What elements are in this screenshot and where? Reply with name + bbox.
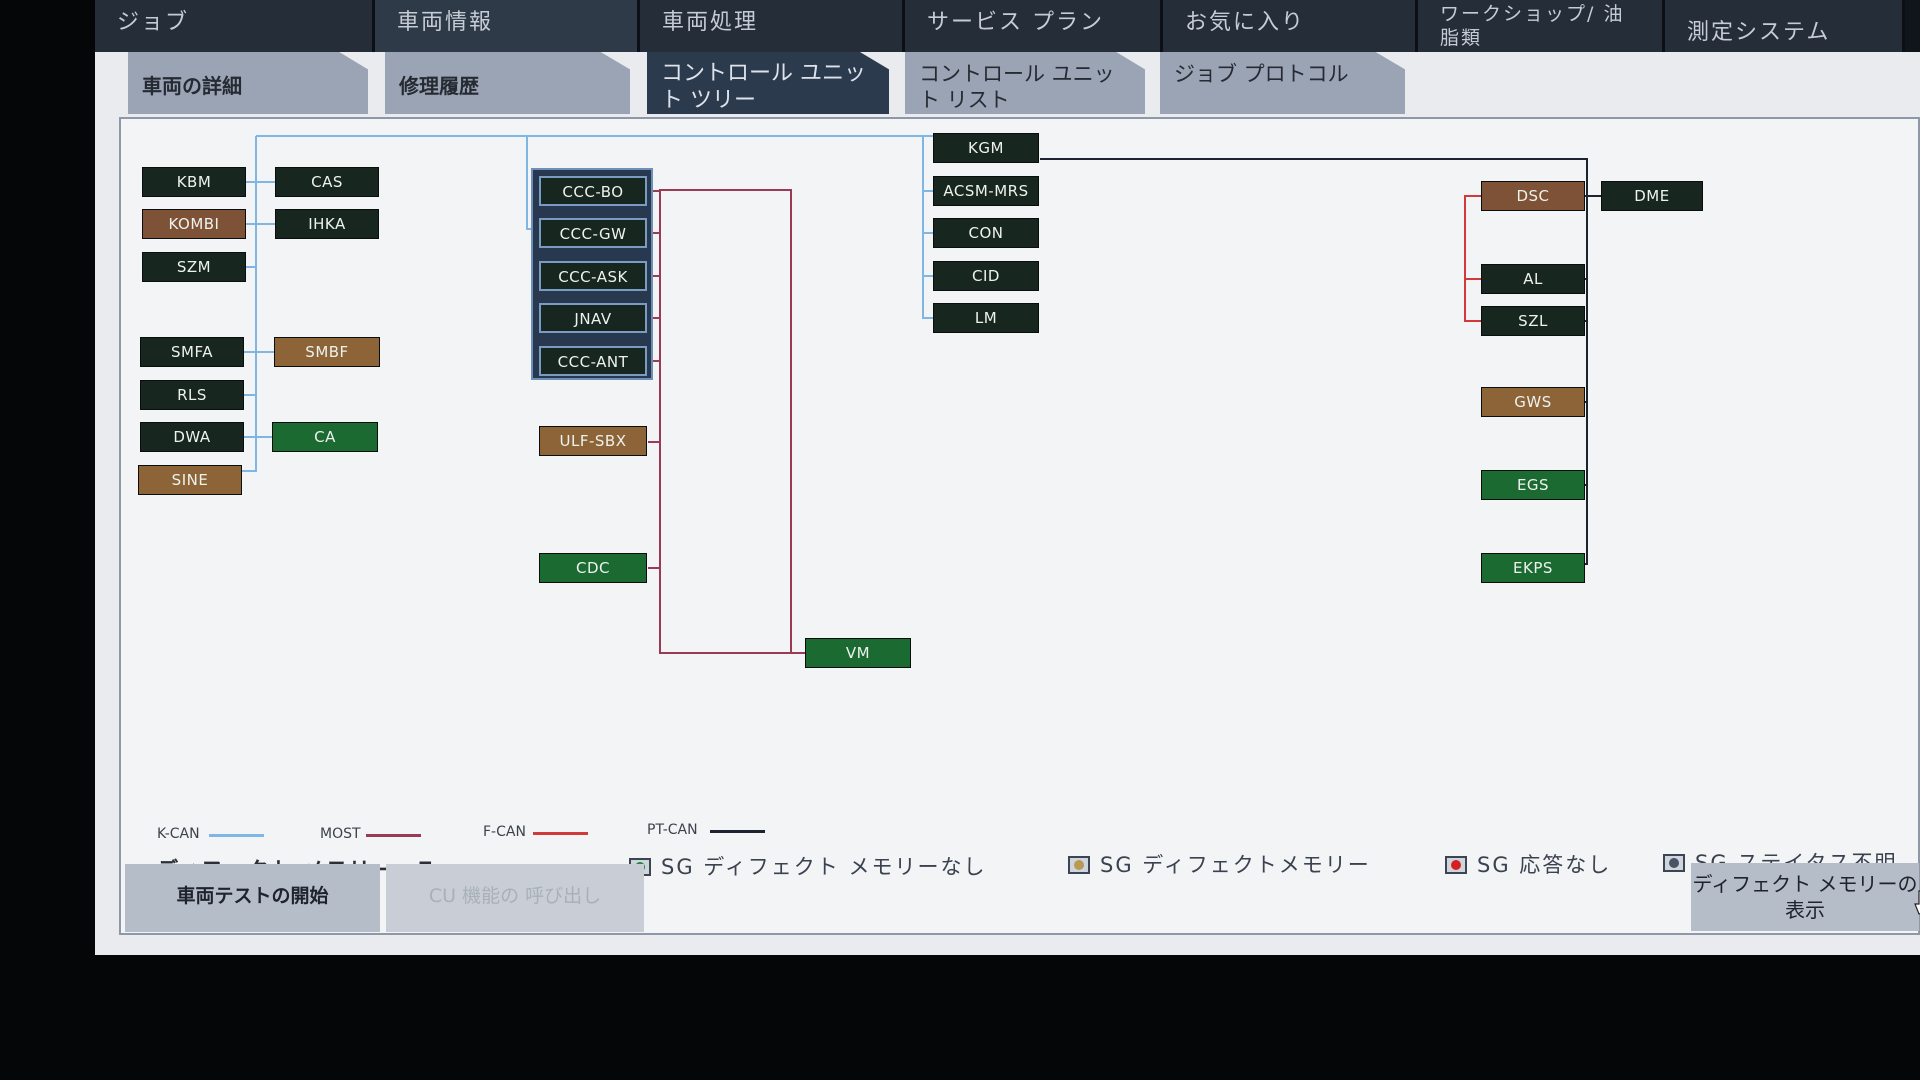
pt-can-lines xyxy=(1040,158,1601,565)
control-unit-tree-diagram: KBM KOMBI SZM SMFA RLS DWA SINE CAS IHKA… xyxy=(119,117,1920,935)
status-no-defect: SG ディフェクト メモリーなし xyxy=(629,851,986,881)
unit-rls[interactable]: RLS xyxy=(140,380,244,410)
status-no-response-label: SG 応答なし xyxy=(1477,853,1612,877)
unit-ihka[interactable]: IHKA xyxy=(275,209,379,239)
unit-vm[interactable]: VM xyxy=(805,638,911,668)
unit-szl[interactable]: SZL xyxy=(1481,306,1585,336)
f-can-lines xyxy=(1464,195,1481,322)
unit-gws[interactable]: GWS xyxy=(1481,387,1585,417)
ccc-group: CCC-BO CCC-GW CCC-ASK JNAV CCC-ANT xyxy=(531,168,653,380)
unit-al[interactable]: AL xyxy=(1481,264,1585,294)
unit-dsc[interactable]: DSC xyxy=(1481,181,1585,211)
legend-f-can-label: F-CAN xyxy=(483,824,526,840)
menu-workshop[interactable]: ワークショップ/ 油脂類 xyxy=(1418,0,1665,52)
tab-control-unit-tree[interactable]: コントロール ユニット ツリー xyxy=(647,52,889,114)
unit-dwa[interactable]: DWA xyxy=(140,422,244,452)
top-menu: ジョブ 車両情報 車両処理 サービス プラン お気に入り ワークショップ/ 油脂… xyxy=(95,0,1920,52)
status-no-response: SG 応答なし xyxy=(1445,849,1611,879)
legend-k-can-line xyxy=(209,834,264,837)
start-vehicle-test-button[interactable]: 車両テストの開始 xyxy=(125,864,380,932)
most-lines xyxy=(648,189,805,654)
menu-vehicle-info[interactable]: 車両情報 xyxy=(375,0,640,52)
status-dot-red xyxy=(1445,856,1467,874)
mouse-cursor-icon xyxy=(1914,890,1920,915)
unit-dme[interactable]: DME xyxy=(1601,181,1703,211)
unit-acsm-mrs[interactable]: ACSM-MRS xyxy=(933,176,1039,206)
tab-vehicle-details[interactable]: 車両の詳細 xyxy=(128,52,368,114)
unit-cas[interactable]: CAS xyxy=(275,167,379,197)
status-no-defect-label: SG ディフェクト メモリーなし xyxy=(661,855,987,879)
unit-egs[interactable]: EGS xyxy=(1481,470,1585,500)
tab-job-protocol[interactable]: ジョブ プロトコル xyxy=(1160,52,1405,114)
unit-kombi[interactable]: KOMBI xyxy=(142,209,246,239)
legend-pt-can-label: PT-CAN xyxy=(647,822,698,838)
unit-sine[interactable]: SINE xyxy=(138,465,242,495)
unit-ccc-gw[interactable]: CCC-GW xyxy=(539,218,647,248)
unit-cid[interactable]: CID xyxy=(933,261,1039,291)
tab-control-unit-list[interactable]: コントロール ユニット リスト xyxy=(905,52,1145,114)
menu-service-plan[interactable]: サービス プラン xyxy=(905,0,1163,52)
status-defect: SG ディフェクトメモリー xyxy=(1068,849,1371,879)
unit-cdc[interactable]: CDC xyxy=(539,553,647,583)
unit-kbm[interactable]: KBM xyxy=(142,167,246,197)
status-dot-gray xyxy=(1663,854,1685,872)
unit-jnav[interactable]: JNAV xyxy=(539,303,647,333)
menu-vehicle-processing[interactable]: 車両処理 xyxy=(640,0,905,52)
legend-most-line xyxy=(366,834,421,837)
unit-ulf-sbx[interactable]: ULF-SBX xyxy=(539,426,647,456)
legend-most-label: MOST xyxy=(320,826,361,842)
unit-ccc-bo[interactable]: CCC-BO xyxy=(539,176,647,206)
diagnostic-screen: ジョブ 車両情報 車両処理 サービス プラン お気に入り ワークショップ/ 油脂… xyxy=(95,0,1920,955)
legend-f-can-line xyxy=(533,832,588,835)
cu-function-call-button[interactable]: CU 機能の 呼び出し xyxy=(386,864,644,932)
menu-measurement[interactable]: 測定システム xyxy=(1665,0,1905,52)
unit-ca[interactable]: CA xyxy=(272,422,378,452)
unit-con[interactable]: CON xyxy=(933,218,1039,248)
legend-pt-can-line xyxy=(710,830,765,833)
unit-smfa[interactable]: SMFA xyxy=(140,337,244,367)
status-dot-yellow xyxy=(1068,856,1090,874)
unit-ccc-ant[interactable]: CCC-ANT xyxy=(539,346,647,376)
unit-smbf[interactable]: SMBF xyxy=(274,337,380,367)
status-defect-label: SG ディフェクトメモリー xyxy=(1100,853,1371,877)
tab-repair-history[interactable]: 修理履歴 xyxy=(385,52,630,114)
unit-lm[interactable]: LM xyxy=(933,303,1039,333)
unit-ekps[interactable]: EKPS xyxy=(1481,553,1585,583)
menu-job[interactable]: ジョブ xyxy=(95,0,375,52)
menu-favorites[interactable]: お気に入り xyxy=(1163,0,1418,52)
legend-k-can-label: K-CAN xyxy=(157,826,200,842)
unit-ccc-ask[interactable]: CCC-ASK xyxy=(539,261,647,291)
defect-memory-display-button[interactable]: ディフェクト メモリーの 表示 xyxy=(1691,863,1919,931)
unit-kgm[interactable]: KGM xyxy=(933,133,1039,163)
unit-szm[interactable]: SZM xyxy=(142,252,246,282)
